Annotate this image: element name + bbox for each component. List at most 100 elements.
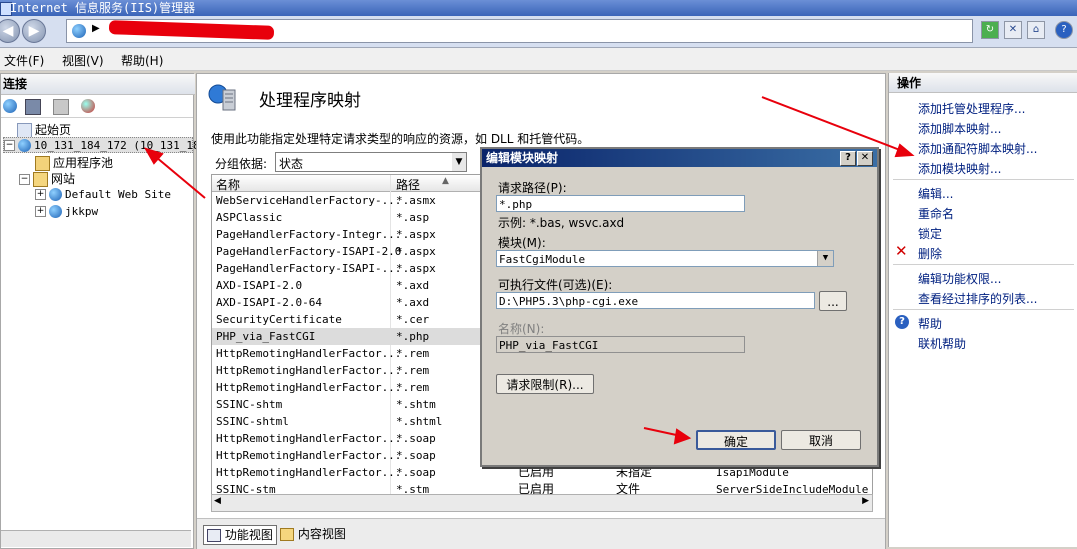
actions-panel: 操作 添加托管处理程序... 添加脚本映射... 添加通配符脚本映射... 添加… [888,73,1077,547]
row-name-cell: AXD-ISAPI-2.0 [216,279,303,292]
connections-panel: 连接 起始页 −10_131_184_172 (10_131_184 应用程序池… [0,73,206,549]
chevron-down-icon[interactable]: ▼ [817,251,833,266]
action-view-ordered-list[interactable]: 查看经过排序的列表... [918,290,1037,307]
action-add-module-map[interactable]: 添加模块映射... [918,160,1001,177]
ok-button[interactable]: 确定 [696,430,776,450]
tree-server-node[interactable]: −10_131_184_172 (10_131_184 [3,137,206,153]
home-icon[interactable]: ⌂ [1027,21,1045,39]
page-description: 使用此功能指定处理特定请求类型的响应的资源，如 DLL 和托管代码。 [211,132,590,146]
row-name-cell: HttpRemotingHandlerFactor... [216,347,402,360]
back-button[interactable]: ◀ [0,19,20,43]
action-add-script-map[interactable]: 添加脚本映射... [918,120,1001,137]
tree-app-pools[interactable]: 应用程序池 [35,154,113,171]
help-icon[interactable]: ? [1055,21,1073,39]
action-lock[interactable]: 锁定 [918,225,942,242]
row-path-cell: *.asmx [396,194,436,207]
expand-icon[interactable]: + [35,206,46,217]
up-icon[interactable] [53,99,69,115]
handler-mappings-icon [208,84,236,111]
tree-site-default[interactable]: + Default Web Site [35,187,171,201]
row-name-cell: PageHandlerFactory-Integr... [216,228,402,241]
forward-button[interactable]: ▶ [22,19,46,43]
row-name-cell: HttpRemotingHandlerFactor... [216,381,402,394]
site-globe-icon [49,188,62,201]
menu-help[interactable]: 帮助(H) [121,52,163,69]
delete-icon: ✕ [895,242,908,260]
name-input[interactable]: PHP_via_FastCGI [496,336,745,353]
connect-icon[interactable] [3,99,17,113]
request-restrictions-button[interactable]: 请求限制(R)... [496,374,594,394]
row-path-cell: *.aspx [396,245,436,258]
name-label: 名称(N): [498,322,545,336]
menu-view[interactable]: 视图(V) [62,52,104,69]
row-path-cell: *.soap [396,449,436,462]
edit-module-mapping-dialog: 编辑模块映射 ? ✕ 请求路径(P): *.php 示例: *.bas, wsv… [480,147,879,467]
address-input[interactable]: ▶ [66,19,973,43]
scroll-left-icon[interactable]: ◀ [214,496,221,506]
action-edit[interactable]: 编辑... [918,185,953,202]
tree-site-jkkpw[interactable]: + jkkpw [35,204,98,218]
row-path-cell: *.rem [396,364,430,377]
left-hscrollbar[interactable] [1,530,191,547]
row-name-cell: PageHandlerFactory-ISAPI-2.0 [216,245,402,258]
request-path-input[interactable]: *.php [496,195,745,212]
row-name-cell: PageHandlerFactory-ISAPI-... [216,262,402,275]
action-help[interactable]: 帮助 [918,315,942,332]
row-path-cell: *.shtml [396,415,443,428]
globe-icon [72,24,86,38]
action-online-help[interactable]: 联机帮助 [918,335,966,352]
row-name-cell: SSINC-shtm [216,398,283,411]
row-name-cell: HttpRemotingHandlerFactor... [216,466,402,479]
row-path-cell: *.rem [396,347,430,360]
actions-divider [893,309,1074,310]
row-name-cell: HttpRemotingHandlerFactor... [216,432,402,445]
module-label: 模块(M): [498,236,546,250]
dialog-help-button[interactable]: ? [840,151,856,166]
save-icon[interactable] [25,99,41,115]
grid-hscrollbar[interactable]: ◀ ▶ [211,494,873,512]
row-name-cell: SSINC-shtml [216,415,289,428]
col-name-header[interactable]: 名称 [216,176,240,193]
content-view-icon [280,528,294,541]
collapse-icon[interactable]: − [4,140,15,151]
module-select[interactable]: FastCgiModule ▼ [496,250,834,267]
scroll-right-icon[interactable]: ▶ [862,496,869,506]
row-path-cell: *.rem [396,381,430,394]
chevron-down-icon[interactable]: ▼ [452,153,466,171]
address-toolbar: ◀ ▶ ▶ ↻ ✕ ⌂ ? [0,16,1077,48]
row-name-cell: HttpRemotingHandlerFactor... [216,364,402,377]
refresh-icon[interactable]: ↻ [981,21,999,39]
cancel-button[interactable]: 取消 [781,430,861,450]
actions-header: 操作 [889,73,1077,93]
groupby-select[interactable]: 状态 ▼ [275,152,467,172]
tree-start-page[interactable]: 起始页 [17,121,71,138]
browse-button[interactable]: ... [819,291,847,311]
stop-icon[interactable]: ✕ [1004,21,1022,39]
action-add-wildcard-script-map[interactable]: 添加通配符脚本映射... [918,140,1037,157]
executable-label: 可执行文件(可选)(E): [498,278,613,292]
page-title: 处理程序映射 [259,91,361,111]
title-bar: Internet 信息服务(IIS)管理器 [0,0,1077,16]
row-path-cell: *.php [396,330,430,343]
menu-file[interactable]: 文件(F) [4,52,44,69]
action-edit-feature-permissions[interactable]: 编辑功能权限... [918,270,1001,287]
row-name-cell: HttpRemotingHandlerFactor... [216,449,402,462]
action-rename[interactable]: 重命名 [918,205,954,222]
tab-features-view[interactable]: 功能视图 [203,525,277,545]
expand-icon[interactable]: + [35,189,46,200]
action-add-managed-handler[interactable]: 添加托管处理程序... [918,100,1025,117]
disconnect-icon[interactable] [81,99,95,113]
collapse-icon[interactable]: − [19,174,30,185]
tab-content-view[interactable]: 内容视图 [277,525,349,543]
action-delete[interactable]: 删除 [918,245,942,262]
executable-input[interactable]: D:\PHP5.3\php-cgi.exe [496,292,815,309]
col-path-header[interactable]: 路径 [396,176,420,193]
row-path-cell: *.soap [396,432,436,445]
row-path-cell: *.asp [396,211,430,224]
connections-toolbar [1,95,193,118]
site-globe-icon [49,205,62,218]
redacted-address-scribble [108,20,275,40]
tree-sites[interactable]: − 网站 [19,170,75,187]
dialog-close-button[interactable]: ✕ [857,151,873,166]
view-tabs: 功能视图 内容视图 [197,518,885,549]
